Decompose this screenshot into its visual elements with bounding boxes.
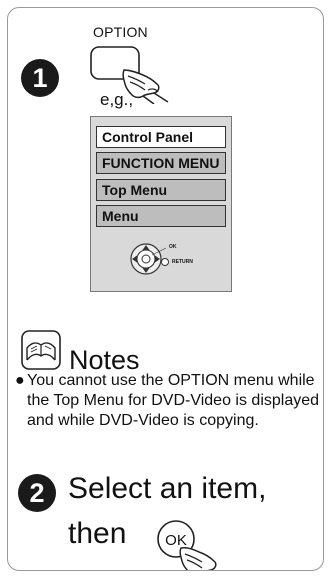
note-text: You cannot use the OPTION menu while the…: [27, 372, 320, 429]
notes-book-icon: [21, 330, 61, 370]
control-panel-screen: Control Panel FUNCTION MENU Top Menu Men…: [90, 116, 232, 292]
step-2-line-2: then: [68, 517, 127, 550]
step-1-number: 1: [21, 59, 59, 97]
menu-item-function-menu[interactable]: FUNCTION MENU: [96, 152, 226, 174]
option-button-label: OPTION: [93, 24, 148, 40]
ok-press-hand-icon: OK: [157, 520, 217, 570]
instruction-card: 1 OPTION e,g., Control Panel FUNCTION ME…: [7, 7, 324, 571]
note-item: ● You cannot use the OPTION menu while t…: [15, 371, 320, 431]
return-button[interactable]: [161, 258, 169, 266]
ok-label: OK: [169, 244, 177, 250]
menu-item-menu[interactable]: Menu: [96, 205, 226, 227]
bullet-icon: ●: [15, 372, 25, 389]
example-label: e,g.,: [100, 90, 134, 109]
menu-item-top-menu[interactable]: Top Menu: [96, 179, 226, 201]
control-panel-title: Control Panel: [96, 126, 226, 148]
step-2-line-1: Select an item,: [68, 472, 267, 505]
return-label: RETURN: [172, 259, 193, 265]
step-2-number: 2: [18, 474, 56, 512]
ok-button-label: OK: [165, 532, 187, 549]
ok-button[interactable]: OK: [155, 518, 227, 570]
